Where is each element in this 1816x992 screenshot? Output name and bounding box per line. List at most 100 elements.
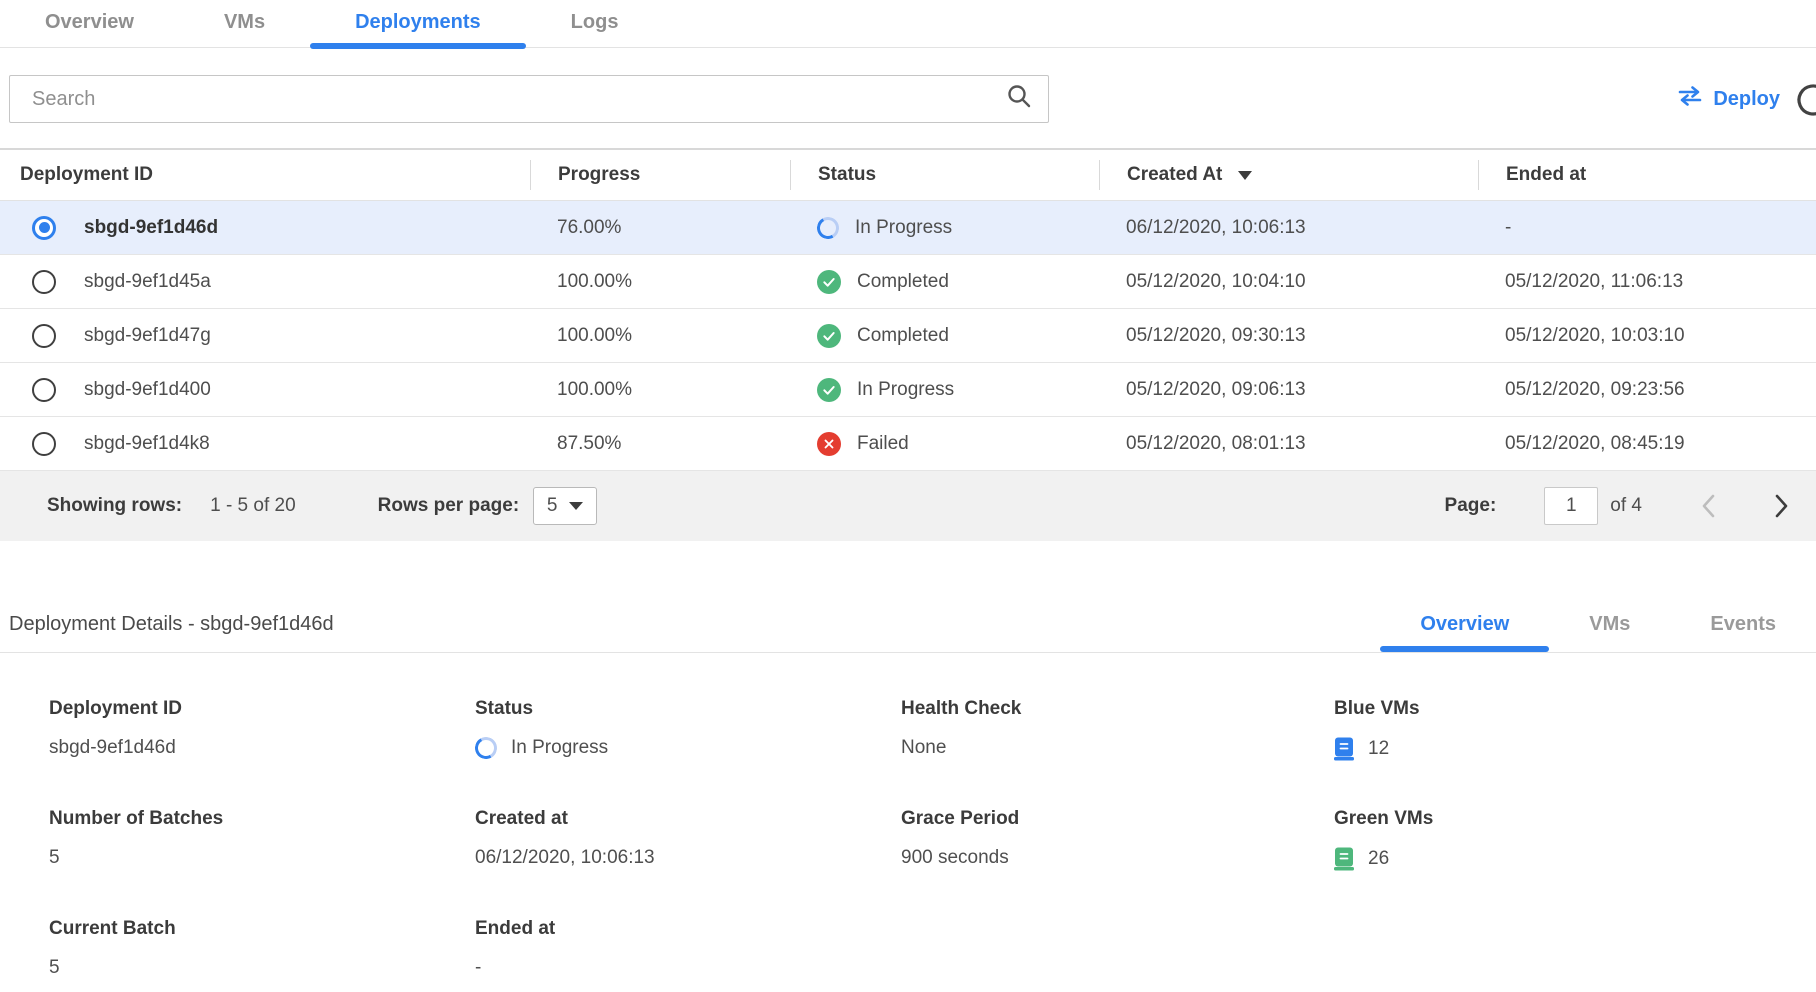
details-tab-overview[interactable]: Overview (1380, 613, 1549, 652)
completed-check-icon (817, 270, 841, 294)
next-page-chevron-icon[interactable] (1774, 493, 1790, 519)
deployment-details-title: Deployment Details - sbgd-9ef1d46d (9, 613, 334, 652)
showing-rows-label: Showing rows: (47, 495, 182, 517)
field-value: 5 (49, 847, 475, 869)
status-label: Completed (857, 271, 949, 293)
rows-per-page-label: Rows per page: (378, 495, 519, 517)
status-label: In Progress (855, 217, 952, 239)
deployment-id-value: sbgd-9ef1d46d (84, 217, 218, 239)
progress-value: 100.00% (530, 271, 790, 293)
field-label: Ended at (475, 918, 901, 940)
row-radio-selected[interactable] (32, 216, 56, 240)
field-label: Deployment ID (49, 698, 475, 720)
deployment-id-value: sbgd-9ef1d4k8 (84, 433, 210, 455)
field-label: Health Check (901, 698, 1334, 720)
field-value: 06/12/2020, 10:06:13 (475, 847, 901, 869)
chevron-down-icon (569, 502, 583, 510)
column-header-progress[interactable]: Progress (530, 160, 790, 190)
search-box[interactable] (9, 75, 1049, 123)
field-value: 26 (1368, 848, 1389, 870)
ended-at-value: - (1478, 217, 1816, 239)
sort-desc-icon (1238, 171, 1252, 180)
created-at-value: 05/12/2020, 09:06:13 (1099, 379, 1478, 401)
progress-value: 100.00% (530, 325, 790, 347)
completed-check-icon (817, 324, 841, 348)
field-label: Blue VMs (1334, 698, 1816, 720)
ended-at-value: 05/12/2020, 08:45:19 (1478, 433, 1816, 455)
row-radio[interactable] (32, 270, 56, 294)
search-input[interactable] (30, 87, 1006, 112)
field-blue-vms: Blue VMs 12 (1334, 698, 1816, 768)
in-progress-spinner-icon (473, 735, 500, 762)
tab-vms[interactable]: VMs (179, 0, 310, 48)
ended-at-value: 05/12/2020, 09:23:56 (1478, 379, 1816, 401)
showing-rows-value: 1 - 5 of 20 (210, 495, 296, 517)
details-tab-bar: Overview VMs Events (1380, 613, 1816, 652)
field-value: - (475, 957, 901, 979)
progress-value: 100.00% (530, 379, 790, 401)
swap-arrows-icon (1676, 86, 1704, 112)
deploy-button[interactable]: Deploy (1670, 85, 1786, 113)
page-total: of 4 (1610, 495, 1642, 517)
field-label: Current Batch (49, 918, 475, 940)
field-health-check: Health Check None (901, 698, 1334, 768)
field-label: Green VMs (1334, 808, 1816, 830)
page-number-input[interactable] (1544, 487, 1598, 525)
field-value: 12 (1368, 738, 1389, 760)
field-status: Status In Progress (475, 698, 901, 768)
field-ended-at: Ended at - (475, 918, 901, 988)
details-tab-vms[interactable]: VMs (1549, 613, 1670, 652)
deployment-id-value: sbgd-9ef1d400 (84, 379, 211, 401)
row-radio[interactable] (32, 378, 56, 402)
table-row[interactable]: sbgd-9ef1d400 100.00% In Progress 05/12/… (0, 363, 1816, 417)
status-label: Completed (857, 325, 949, 347)
status-label: In Progress (857, 379, 954, 401)
tab-deployments[interactable]: Deployments (310, 0, 526, 48)
completed-check-icon (817, 378, 841, 402)
ended-at-value: 05/12/2020, 10:03:10 (1478, 325, 1816, 347)
progress-value: 87.50% (530, 433, 790, 455)
vm-icon-green (1334, 847, 1354, 871)
column-header-deployment-id[interactable]: Deployment ID (0, 160, 530, 190)
pager: Page: of 4 (1445, 487, 1790, 525)
column-header-ended-at[interactable]: Ended at (1478, 160, 1816, 190)
field-number-of-batches: Number of Batches 5 (49, 808, 475, 878)
deploy-label: Deploy (1713, 88, 1780, 111)
ended-at-value: 05/12/2020, 11:06:13 (1478, 271, 1816, 293)
deployment-id-value: sbgd-9ef1d45a (84, 271, 211, 293)
in-progress-spinner-icon (815, 214, 842, 241)
field-label: Grace Period (901, 808, 1334, 830)
field-grace-period: Grace Period 900 seconds (901, 808, 1334, 878)
created-at-value: 05/12/2020, 08:01:13 (1099, 433, 1478, 455)
toolbar: Deploy (0, 75, 1816, 123)
details-tab-events[interactable]: Events (1670, 613, 1816, 652)
rows-per-page-select[interactable]: 5 (533, 487, 597, 525)
previous-page-chevron-icon[interactable] (1700, 493, 1716, 519)
field-green-vms: Green VMs 26 (1334, 808, 1816, 878)
table-row[interactable]: sbgd-9ef1d4k8 87.50% Failed 05/12/2020, … (0, 417, 1816, 471)
deployment-id-value: sbgd-9ef1d47g (84, 325, 211, 347)
field-label: Created at (475, 808, 901, 830)
progress-value: 76.00% (530, 217, 790, 239)
table-row[interactable]: sbgd-9ef1d47g 100.00% Completed 05/12/20… (0, 309, 1816, 363)
main-tab-bar: Overview VMs Deployments Logs (0, 0, 1816, 48)
tab-logs[interactable]: Logs (526, 0, 664, 48)
table-pagination-bar: Showing rows: 1 - 5 of 20 Rows per page:… (0, 471, 1816, 541)
field-value: None (901, 737, 1334, 759)
field-created-at: Created at 06/12/2020, 10:06:13 (475, 808, 901, 878)
row-radio[interactable] (32, 432, 56, 456)
rows-per-page-value: 5 (547, 495, 558, 517)
deployments-table: Deployment ID Progress Status Created At… (0, 148, 1816, 541)
table-row[interactable]: sbgd-9ef1d45a 100.00% Completed 05/12/20… (0, 255, 1816, 309)
field-label: Status (475, 698, 901, 720)
column-header-status[interactable]: Status (790, 160, 1099, 190)
created-at-value: 06/12/2020, 10:06:13 (1099, 217, 1478, 239)
refresh-icon[interactable] (1794, 81, 1816, 119)
row-radio[interactable] (32, 324, 56, 348)
tab-overview[interactable]: Overview (0, 0, 179, 48)
table-row[interactable]: sbgd-9ef1d46d 76.00% In Progress 06/12/2… (0, 201, 1816, 255)
column-header-created-at[interactable]: Created At (1099, 160, 1478, 190)
field-value: In Progress (511, 737, 608, 759)
vm-icon-blue (1334, 737, 1354, 761)
field-label: Number of Batches (49, 808, 475, 830)
